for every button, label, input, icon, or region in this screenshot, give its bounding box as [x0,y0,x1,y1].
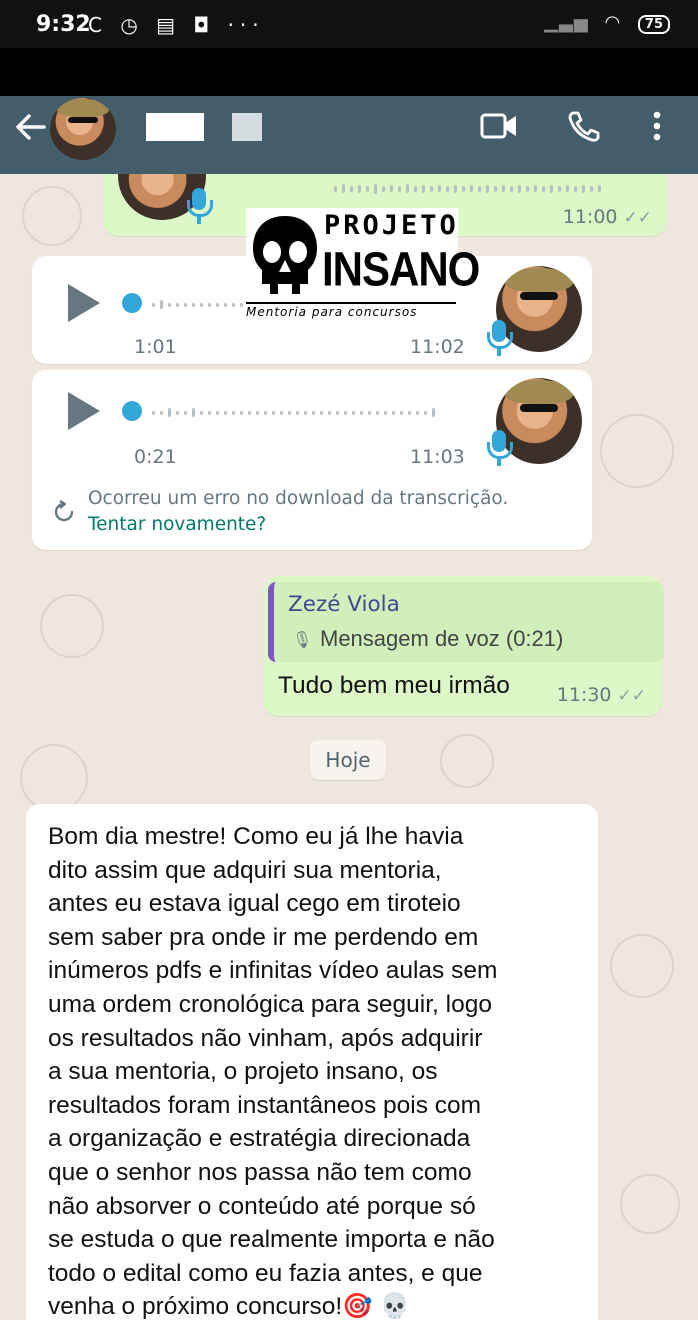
signal-icon: ▁▃▅ [544,12,589,33]
waveform[interactable] [152,294,256,309]
wallpaper-doodle [440,734,494,788]
logo-title-line2: INSANO [322,242,480,297]
wallpaper-doodle [40,594,104,658]
status-right: ▁▃▅ ◠ 75 [544,12,670,34]
projeto-insano-logo: PROJETO INSANO Mentoria para concursos [246,208,480,319]
play-icon[interactable] [68,284,100,322]
contact-name-redacted[interactable] [146,113,204,141]
contact-avatar[interactable] [50,98,116,160]
play-icon[interactable] [68,392,100,430]
quoted-text: Mensagem de voz (0:21) [320,626,564,651]
logo-tagline: Mentoria para concursos [246,302,456,319]
more-options-icon[interactable] [650,110,664,142]
skull-icon [253,216,317,294]
message-time: 11:00 ✓✓ [562,206,653,228]
reply-message-bubble[interactable]: Zezé Viola 🎙 Mensagem de voz (0:21) Tudo… [264,576,664,716]
read-ticks-icon: ✓✓ [617,686,647,706]
chat-area[interactable]: 11:00 ✓✓ 1:01 11:02 PROJETO INSANO Mentor… [0,174,698,1320]
voice-call-icon[interactable] [566,110,600,142]
transcription-error-text: Ocorreu um erro no download da transcriç… [88,488,509,509]
status-bar: 9:32 C ◷ ▤ ◘ ··· ▁▃▅ ◠ 75 [0,0,698,48]
battery-indicator: 75 [637,15,670,34]
playback-position[interactable] [122,401,142,421]
mic-icon [187,188,213,224]
wallpaper-doodle [600,414,674,488]
retry-link[interactable]: Tentar novamente? [88,514,266,535]
waveform[interactable] [152,402,440,417]
video-call-icon[interactable] [480,112,518,140]
quoted-message[interactable]: Zezé Viola 🎙 Mensagem de voz (0:21) [268,582,664,662]
logo-title-line1: PROJETO [324,210,459,241]
message-time: 11:03 [410,446,465,468]
date-chip: Hoje [310,740,386,780]
refresh-icon[interactable] [52,500,76,524]
chat-header [0,96,698,174]
waveform [334,178,606,194]
message-time: 11:02 [410,336,465,358]
text-message-bubble[interactable]: Bom dia mestre! Como eu já lhe havia dit… [26,804,598,1320]
quoted-mic-icon: 🎙 [292,630,313,649]
message-text: Bom dia mestre! Como eu já lhe havia dit… [48,823,498,1320]
mic-icon [487,430,513,466]
message-text: Tudo bem meu irmão [278,672,510,699]
status-time: 9:32 [36,12,91,37]
notification-icons: C ◷ ▤ ◘ ··· [88,13,265,37]
status-bar-gap [0,48,698,96]
voice-duration: 1:01 [134,336,177,358]
read-ticks-icon: ✓✓ [623,208,653,228]
quoted-author: Zezé Viola [288,592,400,617]
playback-position[interactable] [122,293,142,313]
wallpaper-doodle [620,1174,680,1234]
wallpaper-doodle [20,744,88,812]
contact-status-redacted [232,113,262,141]
wallpaper-doodle [610,934,674,998]
back-arrow-icon[interactable] [14,112,46,142]
wallpaper-doodle [22,186,82,246]
wifi-icon: ◠ [604,12,621,33]
message-time: 11:30 ✓✓ [556,684,647,706]
voice-duration: 0:21 [134,446,177,468]
mic-icon [487,320,513,356]
voice-message-bubble[interactable]: 0:21 11:03 Ocorreu um erro no download d… [32,370,592,550]
